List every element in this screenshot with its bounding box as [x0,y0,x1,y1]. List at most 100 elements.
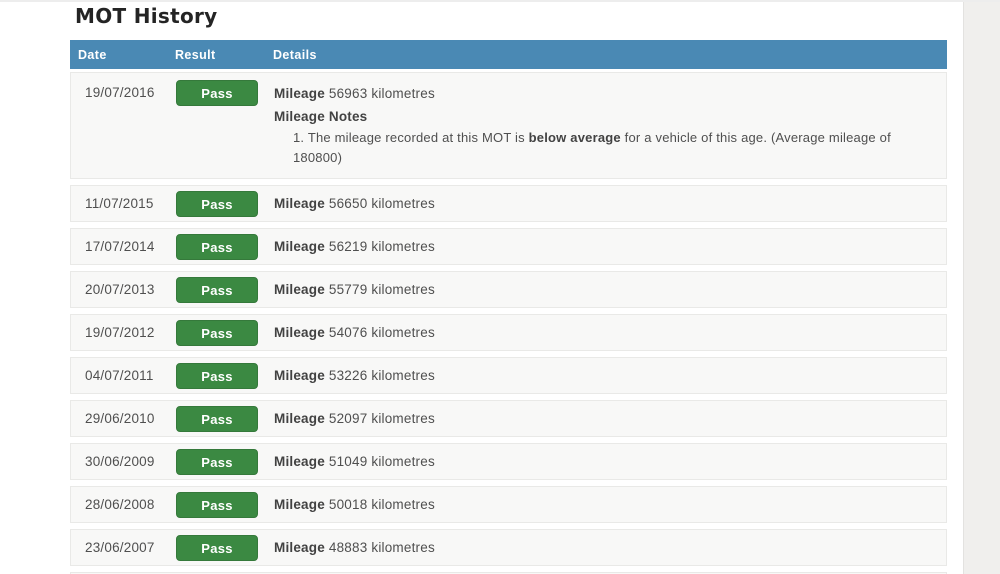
mileage-value: 56963 [329,86,368,101]
mileage-note-bold: below average [529,130,621,145]
mileage-value: 55779 [329,282,368,297]
mileage-line: Mileage 56219 kilometres [274,236,936,257]
mileage-unit: kilometres [371,497,435,512]
result-badge: Pass [176,406,258,432]
page-title: MOT History [75,4,218,28]
mileage-label: Mileage [274,497,325,512]
mileage-line: Mileage 50018 kilometres [274,494,936,515]
mot-date: 30/06/2009 [71,454,176,469]
mileage-unit: kilometres [371,196,435,211]
table-row: 04/07/2011 Pass Mileage 53226 kilometres [70,357,947,394]
mileage-unit: kilometres [371,411,435,426]
mot-date: 28/06/2008 [71,497,176,512]
column-header-date: Date [70,48,175,62]
mileage-unit: kilometres [371,368,435,383]
mileage-unit: kilometres [371,325,435,340]
result-cell: Pass [176,191,274,217]
table-row: 19/07/2016 Pass Mileage 56963 kilometres… [70,72,947,179]
mileage-note-text: 1. The mileage recorded at this MOT is [293,130,529,145]
table-row: 23/06/2007 Pass Mileage 48883 kilometres [70,529,947,566]
result-cell: Pass [176,492,274,518]
mileage-line: Mileage 55779 kilometres [274,279,936,300]
mileage-line: Mileage 56650 kilometres [274,193,936,214]
mileage-value: 56219 [329,239,368,254]
result-cell: Pass [176,234,274,260]
mileage-line: Mileage 52097 kilometres [274,408,936,429]
mileage-value: 48883 [329,540,368,555]
details-cell: Mileage 56650 kilometres [274,193,946,214]
details-cell: Mileage 51049 kilometres [274,451,946,472]
result-cell: Pass [176,535,274,561]
mot-date: 17/07/2014 [71,239,176,254]
mileage-label: Mileage [274,454,325,469]
table-header-row: Date Result Details [70,40,947,69]
result-cell: Pass [176,449,274,475]
result-badge: Pass [176,277,258,303]
result-cell: Pass [176,80,274,106]
details-cell: Mileage 56219 kilometres [274,236,946,257]
result-badge: Pass [176,535,258,561]
mileage-value: 51049 [329,454,368,469]
details-cell: Mileage 53226 kilometres [274,365,946,386]
result-cell: Pass [176,363,274,389]
mileage-line: Mileage 53226 kilometres [274,365,936,386]
mot-date: 11/07/2015 [71,196,176,211]
table-row: 17/07/2014 Pass Mileage 56219 kilometres [70,228,947,265]
table-row: 30/06/2009 Pass Mileage 51049 kilometres [70,443,947,480]
table-row: 29/06/2010 Pass Mileage 52097 kilometres [70,400,947,437]
mot-date: 23/06/2007 [71,540,176,555]
mileage-label: Mileage [274,282,325,297]
mileage-value: 50018 [329,497,368,512]
mileage-unit: kilometres [371,239,435,254]
mot-date: 19/07/2012 [71,325,176,340]
details-cell: Mileage 52097 kilometres [274,408,946,429]
table-row: 11/07/2015 Pass Mileage 56650 kilometres [70,185,947,222]
details-cell: Mileage 50018 kilometres [274,494,946,515]
mileage-value: 52097 [329,411,368,426]
result-badge: Pass [176,449,258,475]
mileage-value: 56650 [329,196,368,211]
mot-history-page: MOT History Date Result Details 19/07/20… [0,0,1000,574]
result-badge: Pass [176,320,258,346]
page-right-margin [963,2,1000,574]
mot-history-table: Date Result Details 19/07/2016 Pass Mile… [70,40,947,574]
column-header-details: Details [273,48,947,62]
mileage-line: Mileage 56963 kilometres [274,80,936,104]
details-cell: Mileage 55779 kilometres [274,279,946,300]
mileage-value: 53226 [329,368,368,383]
result-cell: Pass [176,320,274,346]
result-cell: Pass [176,277,274,303]
mileage-label: Mileage [274,540,325,555]
mileage-label: Mileage [274,196,325,211]
mileage-unit: kilometres [371,86,435,101]
mileage-line: Mileage 54076 kilometres [274,322,936,343]
mileage-unit: kilometres [371,540,435,555]
mileage-note: 1. The mileage recorded at this MOT is b… [274,128,936,168]
table-row: 28/06/2008 Pass Mileage 50018 kilometres [70,486,947,523]
result-badge: Pass [176,363,258,389]
mileage-unit: kilometres [371,454,435,469]
result-badge: Pass [176,191,258,217]
mot-date: 20/07/2013 [71,282,176,297]
result-badge: Pass [176,492,258,518]
mileage-label: Mileage [274,86,325,101]
table-row: 19/07/2012 Pass Mileage 54076 kilometres [70,314,947,351]
details-cell: Mileage 48883 kilometres [274,537,946,558]
mileage-label: Mileage [274,368,325,383]
mot-date: 29/06/2010 [71,411,176,426]
result-badge: Pass [176,234,258,260]
mileage-line: Mileage 48883 kilometres [274,537,936,558]
mot-date: 19/07/2016 [71,80,176,100]
column-header-result: Result [175,48,273,62]
mot-date: 04/07/2011 [71,368,176,383]
mileage-label: Mileage [274,411,325,426]
mileage-unit: kilometres [371,282,435,297]
mileage-label: Mileage [274,325,325,340]
mileage-value: 54076 [329,325,368,340]
mileage-line: Mileage 51049 kilometres [274,451,936,472]
table-row: 20/07/2013 Pass Mileage 55779 kilometres [70,271,947,308]
result-cell: Pass [176,406,274,432]
details-cell: Mileage 56963 kilometres Mileage Notes 1… [274,80,946,168]
mileage-label: Mileage [274,239,325,254]
result-badge: Pass [176,80,258,106]
